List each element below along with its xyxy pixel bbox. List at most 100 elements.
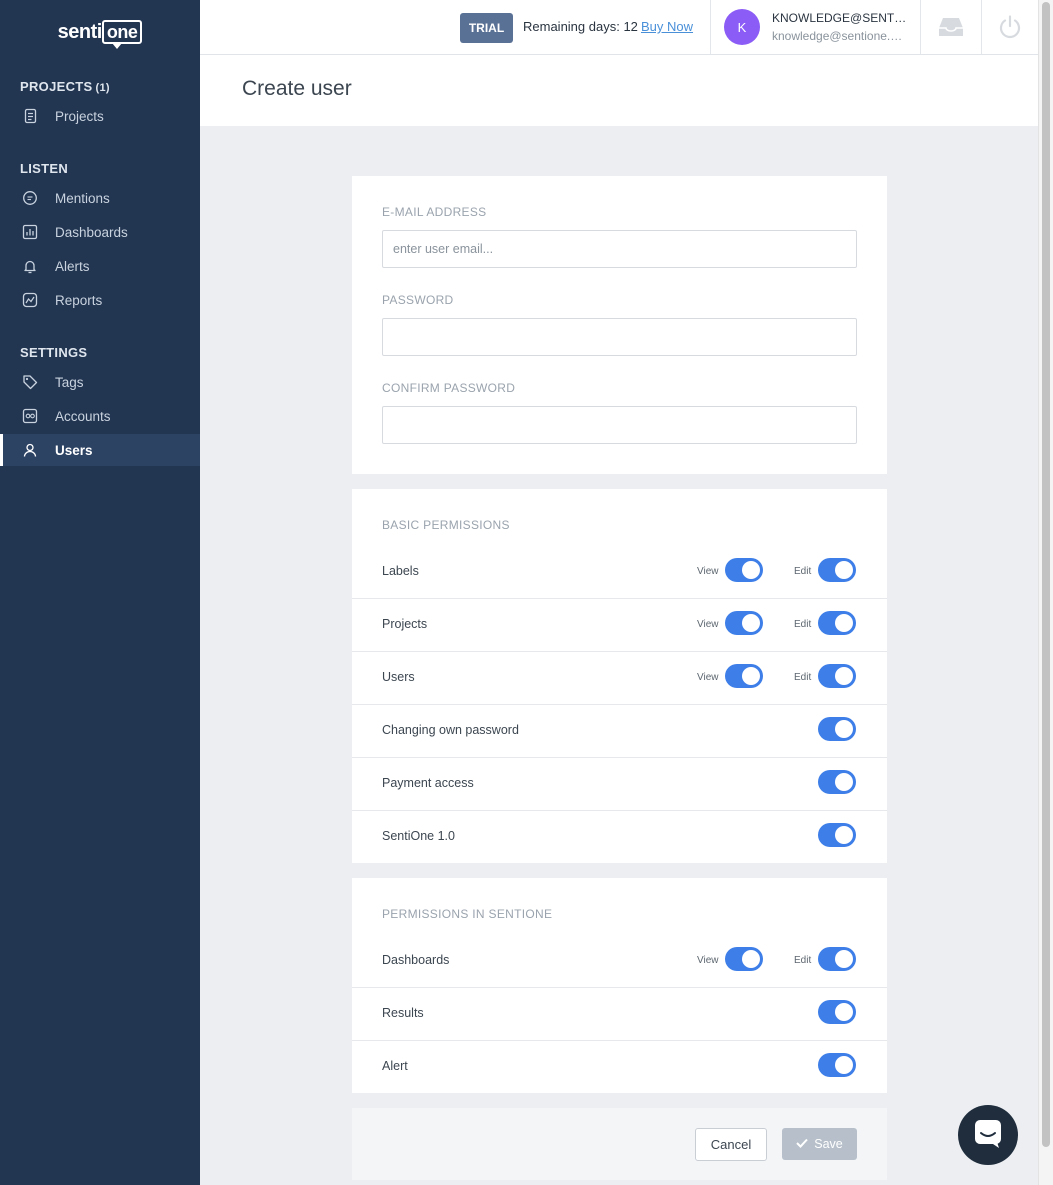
chat-launcher-button[interactable] <box>958 1105 1018 1165</box>
accounts-icon <box>22 408 38 424</box>
edit-toggle[interactable] <box>818 611 856 635</box>
sidebar-item-mentions[interactable]: Mentions <box>0 182 200 214</box>
sidebar-item-users[interactable]: Users <box>0 434 200 466</box>
permission-name: Payment access <box>382 776 474 790</box>
permission-name: Dashboards <box>382 953 450 967</box>
view-toggle[interactable] <box>725 558 763 582</box>
view-label: View <box>697 566 719 577</box>
scrollbar-thumb[interactable] <box>1042 2 1050 1147</box>
user-name[interactable]: KNOWLEDGE@SENTIONE.COM <box>772 11 907 25</box>
sidebar: senti one PROJECTS (1) Projects LISTEN Men… <box>0 0 200 1185</box>
sentione-permissions-card: PERMISSIONS IN SENTIONE Dashboards View … <box>352 878 887 1093</box>
power-icon[interactable] <box>995 12 1025 42</box>
form-footer: Cancel Save <box>352 1108 887 1180</box>
projects-section-title: PROJECTS (1) <box>20 79 110 94</box>
permission-row-results: Results <box>352 987 887 1041</box>
permission-name: Alert <box>382 1059 408 1073</box>
edit-toggle[interactable] <box>818 947 856 971</box>
check-icon <box>796 1137 808 1151</box>
edit-toggle[interactable] <box>818 558 856 582</box>
permission-row-sentione-1: SentiOne 1.0 <box>352 810 887 864</box>
sidebar-item-dashboards[interactable]: Dashboards <box>0 216 200 248</box>
projects-title: PROJECTS <box>20 79 93 94</box>
email-field[interactable] <box>382 230 857 268</box>
view-label: View <box>697 619 719 630</box>
sidebar-item-label: Tags <box>55 374 84 390</box>
permission-row-labels: Labels View Edit <box>352 546 887 599</box>
view-toggle[interactable] <box>725 947 763 971</box>
sidebar-item-label: Users <box>55 442 93 458</box>
email-label: E-MAIL ADDRESS <box>382 205 487 219</box>
chat-icon <box>22 190 38 206</box>
sidebar-item-accounts[interactable]: Accounts <box>0 400 200 432</box>
trial-badge: TRIAL <box>460 13 513 43</box>
bar-chart-icon <box>22 224 38 240</box>
permission-name: Labels <box>382 564 419 578</box>
permission-row-change-password: Changing own password <box>352 704 887 758</box>
cancel-button[interactable]: Cancel <box>695 1128 767 1161</box>
sidebar-item-label: Accounts <box>55 408 111 424</box>
sidebar-item-label: Reports <box>55 292 103 308</box>
permission-toggle[interactable] <box>818 770 856 794</box>
user-email: knowledge@sentione.com <box>772 29 907 43</box>
confirm-password-label: CONFIRM PASSWORD <box>382 381 516 395</box>
report-icon <box>22 292 38 308</box>
edit-toggle[interactable] <box>818 664 856 688</box>
top-bar: TRIAL Remaining days: 12 Buy Now K KNOWL… <box>200 0 1038 55</box>
sentione-logo[interactable]: senti one <box>0 20 200 49</box>
projects-count: (1) <box>95 82 110 94</box>
permission-row-users: Users View Edit <box>352 651 887 705</box>
sidebar-item-alerts[interactable]: Alerts <box>0 250 200 282</box>
user-icon <box>22 442 38 458</box>
bell-icon <box>22 258 38 274</box>
permission-name: Users <box>382 670 415 684</box>
divider <box>920 0 921 54</box>
edit-label: Edit <box>794 955 812 966</box>
sidebar-item-label: Projects <box>55 108 104 124</box>
settings-section-title: SETTINGS <box>20 345 88 360</box>
permission-name: Results <box>382 1006 424 1020</box>
chat-bubble-icon <box>973 1118 1003 1153</box>
logo-bubble: one <box>101 20 143 49</box>
basic-permissions-card: BASIC PERMISSIONS Labels View Edit Proje… <box>352 489 887 863</box>
password-label: PASSWORD <box>382 293 454 307</box>
password-field[interactable] <box>382 318 857 356</box>
edit-label: Edit <box>794 672 812 683</box>
sentione-permissions-title: PERMISSIONS IN SENTIONE <box>382 907 553 921</box>
permission-toggle[interactable] <box>818 717 856 741</box>
tag-icon <box>22 374 38 390</box>
logo-text: senti <box>57 21 103 43</box>
view-label: View <box>697 955 719 966</box>
sidebar-item-tags[interactable]: Tags <box>0 366 200 398</box>
permission-row-dashboards: Dashboards View Edit <box>352 935 887 988</box>
basic-permissions-title: BASIC PERMISSIONS <box>382 518 510 532</box>
permission-name: Changing own password <box>382 723 519 737</box>
avatar[interactable]: K <box>724 9 760 45</box>
sidebar-item-label: Mentions <box>55 190 110 206</box>
confirm-password-field[interactable] <box>382 406 857 444</box>
buy-now-link[interactable]: Buy Now <box>641 19 693 34</box>
view-toggle[interactable] <box>725 664 763 688</box>
listen-section-title: LISTEN <box>20 161 69 176</box>
permission-toggle[interactable] <box>818 1000 856 1024</box>
page-header: Create user <box>200 55 1038 126</box>
save-label: Save <box>814 1137 843 1151</box>
permission-name: Projects <box>382 617 428 631</box>
credentials-card: E-MAIL ADDRESS PASSWORD CONFIRM PASSWORD <box>352 176 887 474</box>
permission-row-alert: Alert <box>352 1040 887 1094</box>
permission-toggle[interactable] <box>818 1053 856 1077</box>
sidebar-item-reports[interactable]: Reports <box>0 284 200 316</box>
divider <box>981 0 982 54</box>
page-title: Create user <box>242 77 352 100</box>
permission-row-projects: Projects View Edit <box>352 598 887 652</box>
sidebar-item-label: Dashboards <box>55 224 128 240</box>
edit-label: Edit <box>794 619 812 630</box>
sidebar-item-projects[interactable]: Projects <box>0 100 200 132</box>
divider <box>710 0 711 54</box>
save-button[interactable]: Save <box>782 1128 857 1160</box>
sidebar-item-label: Alerts <box>55 258 90 274</box>
permission-toggle[interactable] <box>818 823 856 847</box>
inbox-icon[interactable] <box>936 12 966 42</box>
view-toggle[interactable] <box>725 611 763 635</box>
permission-name: SentiOne 1.0 <box>382 829 455 843</box>
